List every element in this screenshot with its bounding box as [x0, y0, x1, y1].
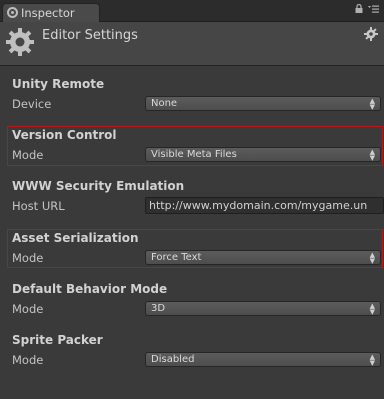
section-title-sprite-packer: Sprite Packer: [12, 333, 103, 347]
page-title: Editor Settings: [42, 28, 138, 43]
inspector-icon: [7, 7, 18, 18]
dropdown-arrows-icon: ▲ ▼: [369, 251, 375, 265]
tab-bar: Inspector: [0, 0, 384, 23]
default-behavior-mode-value: 3D: [151, 303, 166, 314]
inspector-header: Editor Settings: [0, 22, 384, 66]
dropdown-arrows-icon: ▲ ▼: [369, 148, 375, 162]
host-url-label: Host URL: [12, 199, 65, 213]
asset-serialization-mode-dropdown[interactable]: Force Text ▲ ▼: [145, 250, 381, 265]
lock-icon[interactable]: [355, 3, 368, 16]
section-title-www-security: WWW Security Emulation: [12, 179, 185, 193]
sprite-packer-mode-dropdown[interactable]: Disabled ▲ ▼: [145, 352, 381, 367]
section-title-version-control: Version Control: [12, 128, 117, 142]
dropdown-arrows-icon: ▲ ▼: [369, 97, 375, 111]
version-control-mode-label: Mode: [12, 148, 44, 162]
section-title-asset-serialization: Asset Serialization: [12, 231, 139, 245]
section-title-default-behavior: Default Behavior Mode: [12, 282, 168, 296]
default-behavior-mode-label: Mode: [12, 302, 44, 316]
sprite-packer-mode-label: Mode: [12, 353, 44, 367]
version-control-mode-value: Visible Meta Files: [151, 149, 237, 160]
host-url-field[interactable]: http://www.mydomain.com/mygame.un: [145, 197, 384, 214]
settings-gear-icon[interactable]: [364, 27, 378, 41]
device-label: Device: [12, 97, 52, 111]
gear-icon: [6, 28, 34, 56]
tab-tools[interactable]: [355, 3, 380, 16]
asset-serialization-mode-value: Force Text: [151, 252, 202, 263]
version-control-mode-dropdown[interactable]: Visible Meta Files ▲ ▼: [145, 147, 381, 162]
section-title-unity-remote: Unity Remote: [12, 77, 105, 91]
menu-icon[interactable]: [368, 5, 380, 16]
sprite-packer-mode-value: Disabled: [151, 354, 195, 365]
default-behavior-mode-dropdown[interactable]: 3D ▲ ▼: [145, 301, 381, 316]
tab-label: Inspector: [21, 6, 75, 20]
device-dropdown[interactable]: None ▲ ▼: [145, 96, 381, 111]
device-dropdown-value: None: [151, 98, 178, 109]
tab-inspector[interactable]: Inspector: [2, 3, 100, 23]
dropdown-arrows-icon: ▲ ▼: [369, 302, 375, 316]
asset-serialization-mode-label: Mode: [12, 251, 44, 265]
dropdown-arrows-icon: ▲ ▼: [369, 353, 375, 367]
